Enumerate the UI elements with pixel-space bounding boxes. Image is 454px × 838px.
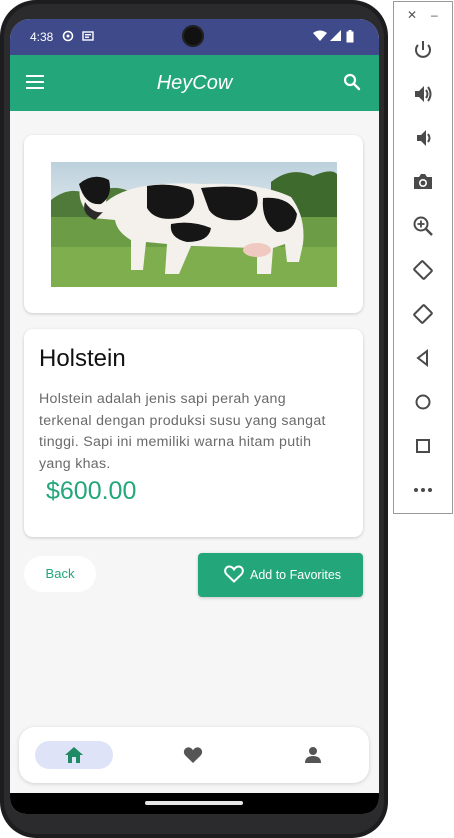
bottom-navigation xyxy=(19,727,369,783)
cow-image xyxy=(51,162,337,287)
device-screen: 4:38 HeyCow Holstein Holstein adalah jen… xyxy=(10,19,379,814)
power-icon[interactable] xyxy=(412,39,434,61)
status-time: 4:38 xyxy=(30,30,54,44)
product-price: $600.00 xyxy=(46,477,137,505)
zoom-in-icon[interactable] xyxy=(412,215,434,237)
minimize-icon[interactable]: – xyxy=(431,8,438,22)
nav-favorites[interactable] xyxy=(179,741,207,769)
app-title: HeyCow xyxy=(156,72,233,94)
status-bar: 4:38 xyxy=(10,19,379,55)
add-to-favorites-label: Add to Favorites xyxy=(250,568,342,582)
product-info-card: Holstein Holstein adalah jenis sapi pera… xyxy=(24,329,363,537)
close-icon[interactable]: ✕ xyxy=(407,8,417,22)
home-circle-icon[interactable] xyxy=(412,391,434,413)
rotate-right-icon[interactable] xyxy=(412,303,434,325)
camera-icon[interactable] xyxy=(412,171,434,193)
nav-home[interactable] xyxy=(35,741,113,769)
heart-outline-icon xyxy=(224,565,244,586)
phone-frame: 4:38 HeyCow Holstein Holstein adalah jen… xyxy=(0,0,388,838)
product-name: Holstein xyxy=(39,345,126,372)
volume-down-icon[interactable] xyxy=(412,127,434,149)
heart-icon xyxy=(183,747,203,763)
wifi-icon xyxy=(313,30,327,45)
person-icon xyxy=(305,747,321,763)
volume-up-icon[interactable] xyxy=(412,83,434,105)
battery-icon xyxy=(346,30,354,46)
front-camera xyxy=(182,25,204,47)
emulator-control-panel: ✕ – xyxy=(393,1,453,514)
cell-signal-icon xyxy=(330,30,342,45)
rotate-left-icon[interactable] xyxy=(412,259,434,281)
search-icon[interactable] xyxy=(343,73,361,96)
app-bar: HeyCow xyxy=(10,55,379,111)
product-description: Holstein adalah jenis sapi perah yang te… xyxy=(39,391,326,472)
back-icon[interactable] xyxy=(412,347,434,369)
product-image-card xyxy=(24,135,363,313)
overview-icon[interactable] xyxy=(412,435,434,457)
sync-status-icon xyxy=(62,30,74,45)
sim-card-icon xyxy=(82,30,94,45)
more-icon[interactable] xyxy=(412,479,434,501)
back-button[interactable]: Back xyxy=(24,556,96,592)
gesture-handle[interactable] xyxy=(145,801,243,805)
home-icon xyxy=(65,747,83,763)
nav-profile[interactable] xyxy=(299,741,327,769)
add-to-favorites-button[interactable]: Add to Favorites xyxy=(198,553,363,597)
